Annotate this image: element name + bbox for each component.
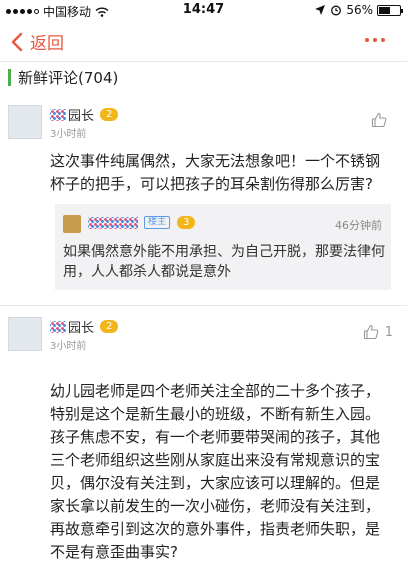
more-icon[interactable] xyxy=(365,38,385,42)
username: 园长 xyxy=(68,321,95,336)
reply-text: 如果偶然意外能不用承担、为自己开脱，那要法律何用，人人都杀人都说是意外 xyxy=(63,244,385,280)
username-emoji xyxy=(50,108,66,121)
comment-time: 3小时前 xyxy=(50,341,87,352)
battery-fill xyxy=(379,6,390,14)
comment-author[interactable]: 园长 2 xyxy=(50,105,119,124)
like-count: 1 xyxy=(384,324,393,340)
back-label: 返回 xyxy=(30,34,64,54)
reply-avatar[interactable] xyxy=(63,215,81,233)
level-badge: 3 xyxy=(177,216,196,229)
like-button[interactable]: 1 xyxy=(363,324,393,340)
section-title: 新鲜评论(704) xyxy=(18,68,119,87)
section-heading: 新鲜评论(704) xyxy=(8,68,119,87)
comment-text: 这次事件纯属偶然，大家无法想象吧！一个不锈钢杯子的把手，可以把孩子的耳朵割伤得那… xyxy=(50,152,381,193)
level-badge: 2 xyxy=(100,108,119,121)
like-button[interactable] xyxy=(371,112,393,128)
thumbs-up-icon xyxy=(363,324,379,340)
divider xyxy=(0,305,407,306)
username-emoji xyxy=(88,216,138,229)
alarm-icon xyxy=(331,5,342,16)
username: 园长 xyxy=(68,109,95,124)
comment-text: 幼儿园老师是四个老师关注全部的二十多个孩子，特别是这个是新生最小的班级，不断有新… xyxy=(50,382,381,561)
avatar[interactable] xyxy=(8,317,42,351)
section-bar xyxy=(8,68,11,86)
comment-item: 园长 2 3小时前 1 幼儿园老师是四个老师关注全部的二十多个孩子，特别是这个是… xyxy=(0,312,407,577)
battery-percent: 56% xyxy=(346,3,373,17)
location-arrow-icon xyxy=(315,5,326,15)
status-right: 56% xyxy=(314,3,403,17)
back-button[interactable]: 返回 xyxy=(10,29,64,54)
comment-item: 园长 2 3小时前 这次事件纯属偶然，大家无法想象吧！一个不锈钢杯子的把手，可以… xyxy=(0,100,407,295)
reply-author[interactable]: 楼主 3 xyxy=(88,216,196,229)
username-emoji xyxy=(50,320,66,333)
chevron-left-icon xyxy=(11,32,23,51)
battery-icon xyxy=(377,4,403,16)
level-badge: 2 xyxy=(100,320,119,333)
owner-tag: 楼主 xyxy=(144,216,171,229)
thumbs-up-icon xyxy=(371,112,387,128)
status-bar: 中国移动 14:47 56% xyxy=(0,0,407,20)
reply-box: 楼主 3 46分钟前 如果偶然意外能不用承担、为自己开脱，那要法律何用，人人都杀… xyxy=(55,204,391,290)
comment-time: 3小时前 xyxy=(50,129,87,140)
avatar[interactable] xyxy=(8,105,42,139)
comment-author[interactable]: 园长 2 xyxy=(50,317,119,336)
nav-bar: 返回 xyxy=(0,20,407,62)
reply-time: 46分钟前 xyxy=(335,219,382,232)
